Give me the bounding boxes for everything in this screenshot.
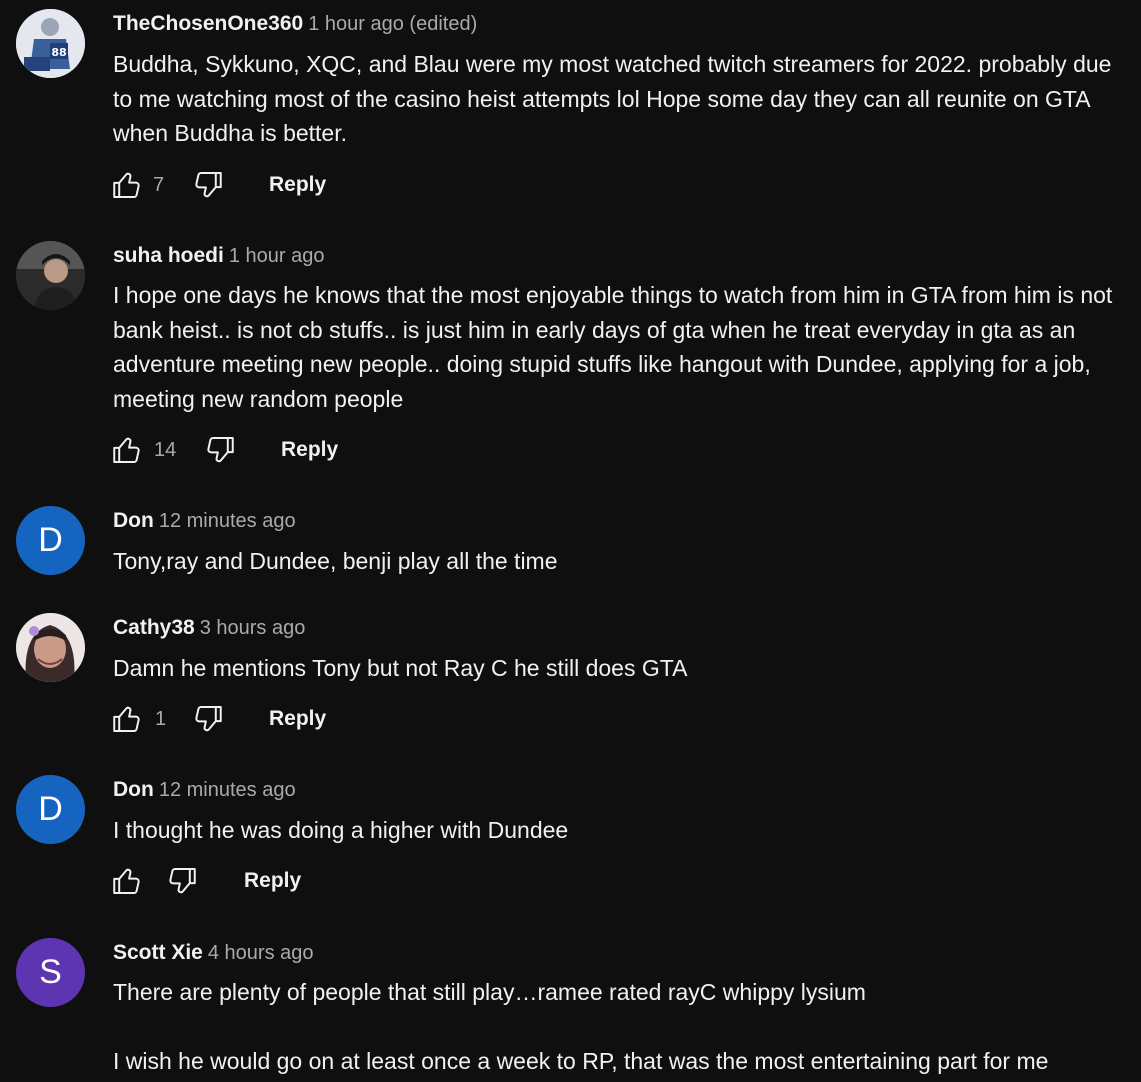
thumbs-up-icon	[113, 437, 140, 464]
like-count: 7	[153, 174, 165, 196]
comment-paragraph: Buddha, Sykkuno, XQC, and Blau were my m…	[113, 51, 1112, 146]
avatar[interactable]: D	[16, 775, 85, 844]
reply-button[interactable]: Reply	[269, 702, 326, 736]
comment-text: I thought he was doing a higher with Dun…	[113, 813, 1123, 848]
thumbs-down-icon	[195, 171, 222, 198]
comment-paragraph: There are plenty of people that still pl…	[113, 979, 866, 1005]
svg-text:88: 88	[51, 46, 66, 59]
comment-author[interactable]: Cathy38	[113, 616, 195, 639]
reply-button[interactable]: Reply	[281, 433, 338, 467]
comment-author[interactable]: Scott Xie	[113, 941, 203, 964]
comment-timestamp[interactable]: 12 minutes ago	[159, 779, 296, 801]
comment-timestamp[interactable]: 4 hours ago	[208, 942, 314, 964]
dislike-button[interactable]	[191, 168, 225, 202]
thumbs-up-icon	[113, 706, 140, 733]
avatar-letter: S	[39, 953, 62, 991]
comment-text: There are plenty of people that still pl…	[113, 975, 1123, 1079]
reply-button[interactable]: Reply	[269, 168, 326, 202]
comment-text: Tony,ray and Dundee, benji play all the …	[113, 544, 1123, 579]
like-button[interactable]	[110, 702, 144, 736]
avatar[interactable]	[16, 241, 85, 310]
thumbs-up-icon	[113, 172, 140, 199]
comment-author[interactable]: suha hoedi	[113, 244, 224, 267]
comment-paragraph: I wish he would go on at least once a we…	[113, 1048, 1049, 1074]
comment-text: Buddha, Sykkuno, XQC, and Blau were my m…	[113, 47, 1123, 151]
woman-photo-avatar-image	[16, 613, 85, 682]
football-player-avatar-image: 88	[16, 9, 85, 78]
comment-paragraph: I thought he was doing a higher with Dun…	[113, 817, 569, 843]
comment-paragraph: Tony,ray and Dundee, benji play all the …	[113, 548, 558, 574]
avatar[interactable]	[16, 613, 85, 682]
dislike-button[interactable]	[203, 433, 237, 467]
comment-timestamp[interactable]: 1 hour ago (edited)	[308, 13, 477, 35]
comment-author[interactable]: Don	[113, 509, 154, 532]
thumbs-up-icon	[113, 868, 140, 895]
comment-timestamp[interactable]: 3 hours ago	[200, 617, 306, 639]
dislike-button[interactable]	[165, 864, 199, 898]
thumbs-down-icon	[207, 436, 234, 463]
person-photo-avatar-image	[16, 241, 85, 310]
avatar-letter: D	[38, 521, 63, 559]
avatar-letter: D	[38, 790, 63, 828]
like-count: 1	[155, 708, 167, 730]
comment-text: Damn he mentions Tony but not Ray C he s…	[113, 651, 1123, 686]
avatar[interactable]: 88	[16, 9, 85, 78]
comment-timestamp[interactable]: 12 minutes ago	[159, 510, 296, 532]
comment-paragraph: I hope one days he knows that the most e…	[113, 282, 1113, 412]
avatar[interactable]: S	[16, 938, 85, 1007]
comment-author[interactable]: TheChosenOne360	[113, 12, 303, 35]
like-button[interactable]	[110, 168, 144, 202]
reply-button[interactable]: Reply	[244, 864, 301, 898]
like-count: 14	[154, 439, 177, 461]
thumbs-down-icon	[169, 867, 196, 894]
comments-feed: 88 TheChosenOne360 1 hour ago (edited) Bu…	[0, 0, 1141, 1082]
comment-text: I hope one days he knows that the most e…	[113, 278, 1123, 416]
comment-timestamp[interactable]: 1 hour ago	[229, 245, 325, 267]
like-button[interactable]	[110, 433, 144, 467]
like-button[interactable]	[110, 864, 144, 898]
avatar[interactable]: D	[16, 506, 85, 575]
dislike-button[interactable]	[191, 702, 225, 736]
comment-author[interactable]: Don	[113, 778, 154, 801]
thumbs-down-icon	[195, 705, 222, 732]
comment-paragraph: Damn he mentions Tony but not Ray C he s…	[113, 655, 688, 681]
